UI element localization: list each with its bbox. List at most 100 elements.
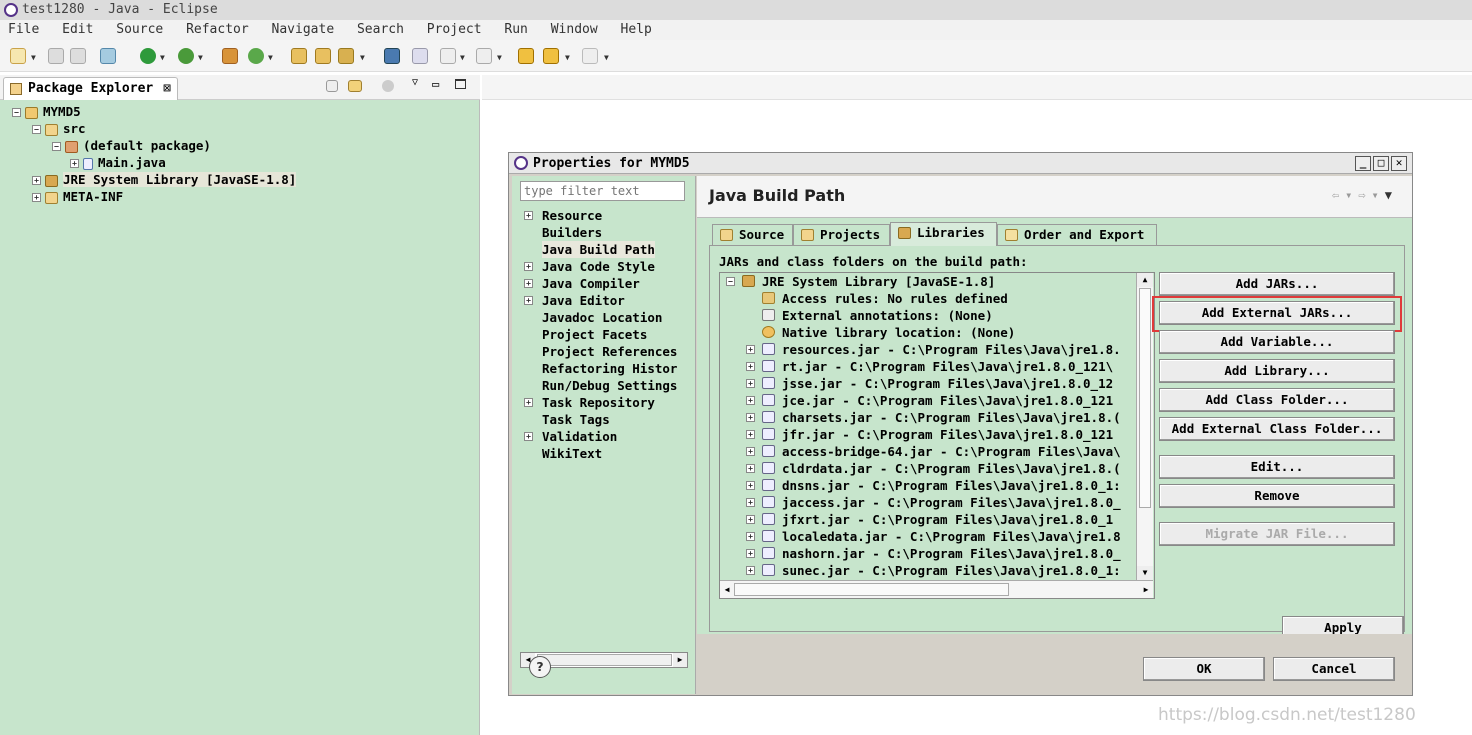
run-icon[interactable]: [140, 48, 156, 64]
back-icon[interactable]: [543, 48, 559, 64]
back-dropdown-icon[interactable]: ▼: [565, 53, 570, 62]
run-dropdown-icon[interactable]: ▼: [160, 53, 165, 62]
tree-item-project[interactable]: − MYMD5: [12, 103, 81, 120]
expand-icon[interactable]: +: [746, 413, 755, 422]
menu-help[interactable]: Help: [621, 22, 652, 37]
open-type-icon[interactable]: [291, 48, 307, 64]
menu-source[interactable]: Source: [116, 22, 163, 37]
menu-run[interactable]: Run: [504, 22, 527, 37]
tree-item-meta-inf[interactable]: + META-INF: [32, 188, 123, 205]
jar-row[interactable]: + charsets.jar - C:\Program Files\Java\jr…: [746, 409, 1146, 426]
tab-package-explorer[interactable]: Package Explorer ⊠: [3, 77, 178, 101]
expand-icon[interactable]: +: [746, 362, 755, 371]
new-class-dropdown-icon[interactable]: ▼: [268, 53, 273, 62]
collapse-icon[interactable]: −: [726, 277, 735, 286]
new-java-project-icon[interactable]: [222, 48, 238, 64]
expand-icon[interactable]: +: [524, 296, 533, 305]
menu-project[interactable]: Project: [427, 22, 482, 37]
expand-icon[interactable]: +: [746, 481, 755, 490]
expand-icon[interactable]: +: [746, 464, 755, 473]
external-tools-dropdown-icon[interactable]: ▼: [198, 53, 203, 62]
scroll-right-icon[interactable]: ▶: [1139, 582, 1153, 597]
expand-icon[interactable]: +: [524, 211, 533, 220]
expand-icon[interactable]: +: [746, 430, 755, 439]
collapse-icon[interactable]: −: [12, 108, 21, 117]
minimize-icon[interactable]: ▭: [432, 77, 439, 91]
tree-horizontal-scrollbar[interactable]: ◀ ▶: [720, 580, 1153, 598]
jar-row[interactable]: + jfxrt.jar - C:\Program Files\Java\jre1.…: [746, 511, 1146, 528]
prev-annotation-dropdown-icon[interactable]: ▼: [497, 53, 502, 62]
cancel-button[interactable]: Cancel: [1273, 657, 1395, 681]
jar-row[interactable]: + jce.jar - C:\Program Files\Java\jre1.8.…: [746, 392, 1146, 409]
expand-icon[interactable]: +: [524, 398, 533, 407]
tab-projects[interactable]: Projects: [793, 224, 890, 246]
ok-button[interactable]: OK: [1143, 657, 1265, 681]
maximize-icon[interactable]: [455, 79, 466, 89]
menu-file[interactable]: File: [8, 22, 39, 37]
add-variable-button[interactable]: Add Variable...: [1159, 330, 1395, 354]
debug-icon[interactable]: [100, 48, 116, 64]
new-icon[interactable]: [10, 48, 26, 64]
menu-navigate[interactable]: Navigate: [272, 22, 335, 37]
collapse-icon[interactable]: −: [32, 125, 41, 134]
tree-item-src[interactable]: − src: [32, 120, 86, 137]
edit-button[interactable]: Edit...: [1159, 455, 1395, 479]
menu-search[interactable]: Search: [357, 22, 404, 37]
save-all-icon[interactable]: [70, 48, 86, 64]
external-tools-icon[interactable]: [178, 48, 194, 64]
tab-order-and-export[interactable]: Order and Export: [997, 224, 1157, 246]
add-jars-button[interactable]: Add JARs...: [1159, 272, 1395, 296]
jar-row[interactable]: + jaccess.jar - C:\Program Files\Java\jre…: [746, 494, 1146, 511]
add-external-class-folder-button[interactable]: Add External Class Folder...: [1159, 417, 1395, 441]
expand-icon[interactable]: +: [746, 396, 755, 405]
expand-icon[interactable]: +: [70, 159, 79, 168]
new-class-icon[interactable]: [248, 48, 264, 64]
tab-source[interactable]: Source: [712, 224, 793, 246]
scrollbar-thumb[interactable]: [734, 583, 1009, 596]
help-icon[interactable]: ?: [529, 656, 551, 678]
jar-row[interactable]: + nashorn.jar - C:\Program Files\Java\jre…: [746, 545, 1146, 562]
jar-row[interactable]: + jfr.jar - C:\Program Files\Java\jre1.8.…: [746, 426, 1146, 443]
scroll-up-icon[interactable]: ▲: [1137, 273, 1153, 287]
history-nav-icons[interactable]: ⇦▾⇨▾▼: [1332, 188, 1398, 202]
expand-icon[interactable]: +: [746, 498, 755, 507]
jar-row[interactable]: + resources.jar - C:\Program Files\Java\j…: [746, 341, 1146, 358]
tree-item-jre-library[interactable]: + JRE System Library [JavaSE-1.8]: [32, 171, 297, 188]
console-icon[interactable]: [384, 48, 400, 64]
expand-icon[interactable]: +: [746, 532, 755, 541]
filter-input[interactable]: [520, 181, 685, 201]
expand-icon[interactable]: +: [32, 193, 41, 202]
expand-icon[interactable]: +: [524, 432, 533, 441]
collapse-icon[interactable]: −: [52, 142, 61, 151]
toggle-mark-icon[interactable]: [412, 48, 428, 64]
close-icon[interactable]: ⊠: [163, 78, 171, 100]
expand-icon[interactable]: +: [746, 379, 755, 388]
expand-icon[interactable]: +: [32, 176, 41, 185]
forward-dropdown-icon[interactable]: ▼: [604, 53, 609, 62]
add-library-button[interactable]: Add Library...: [1159, 359, 1395, 383]
save-icon[interactable]: [48, 48, 64, 64]
next-annotation-dropdown-icon[interactable]: ▼: [460, 53, 465, 62]
next-annotation-icon[interactable]: [440, 48, 456, 64]
search-icon[interactable]: [338, 48, 354, 64]
menu-window[interactable]: Window: [551, 22, 598, 37]
menu-refactor[interactable]: Refactor: [186, 22, 249, 37]
prev-annotation-icon[interactable]: [476, 48, 492, 64]
expand-icon[interactable]: +: [746, 515, 755, 524]
scroll-left-icon[interactable]: ◀: [720, 582, 734, 597]
scrollbar-thumb[interactable]: [537, 654, 672, 666]
tree-item-default-package[interactable]: − (default package): [52, 137, 211, 154]
open-resource-icon[interactable]: [315, 48, 331, 64]
chevron-down-icon[interactable]: ▽: [412, 77, 418, 88]
add-class-folder-button[interactable]: Add Class Folder...: [1159, 388, 1395, 412]
jar-row[interactable]: + sunec.jar - C:\Program Files\Java\jre1.…: [746, 562, 1146, 579]
remove-button[interactable]: Remove: [1159, 484, 1395, 508]
tab-libraries[interactable]: Libraries: [890, 222, 997, 246]
last-edit-icon[interactable]: [518, 48, 534, 64]
add-external-jars-button[interactable]: Add External JARs...: [1159, 301, 1395, 325]
link-with-editor-icon[interactable]: [348, 80, 362, 92]
scroll-down-icon[interactable]: ▼: [1137, 566, 1153, 580]
jar-row[interactable]: + rt.jar - C:\Program Files\Java\jre1.8.0…: [746, 358, 1146, 375]
search-dropdown-icon[interactable]: ▼: [360, 53, 365, 62]
view-menu-icon[interactable]: [382, 80, 394, 92]
